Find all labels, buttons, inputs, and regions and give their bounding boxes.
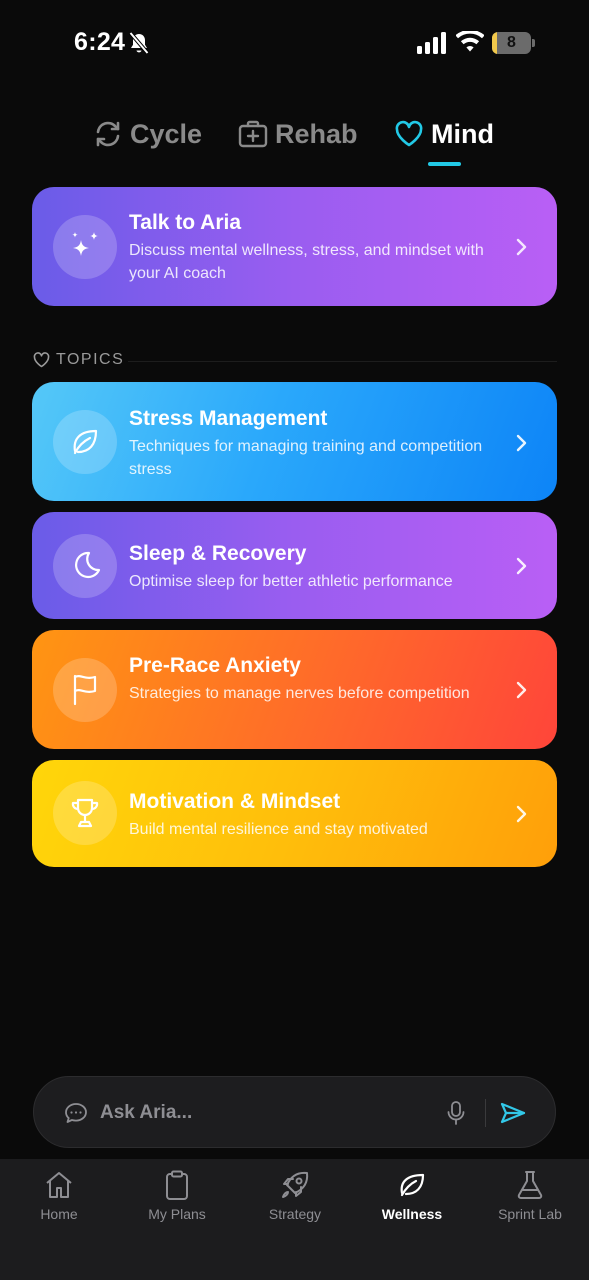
leaf-icon — [73, 429, 98, 455]
battery-level: 8 — [507, 34, 516, 51]
status-time: 6:24 — [74, 28, 126, 56]
chevron-right-icon — [516, 681, 527, 699]
home-icon — [46, 1172, 72, 1198]
topic-icon-badge — [53, 410, 117, 474]
chat-bubble-icon — [65, 1103, 87, 1123]
tab-mind-label: Mind — [431, 118, 494, 149]
battery-indicator: 8 — [492, 32, 536, 54]
nav-item-wellness[interactable]: Wellness — [353, 1169, 471, 1229]
status-bar: 6:24 8 — [0, 0, 589, 88]
topic-icon-badge — [53, 658, 117, 722]
ask-aria-input[interactable] — [100, 1095, 430, 1131]
nav-label: Home — [40, 1206, 78, 1222]
bottom-navigation: Home My Plans Strategy Wellness Sprint L… — [0, 1159, 589, 1280]
ask-bar-divider — [485, 1099, 486, 1127]
tab-cycle-label: Cycle — [130, 118, 203, 149]
flag-icon — [73, 674, 97, 706]
cellular-signal-icon — [417, 32, 446, 54]
nav-label: Wellness — [381, 1206, 443, 1222]
topics-section-header: TOPICS — [33, 351, 124, 369]
chevron-right-icon — [516, 805, 527, 823]
topic-description: Build mental resilience and stay motivat… — [129, 821, 428, 838]
sparkles-icon — [72, 232, 98, 256]
heart-outline-icon — [33, 352, 50, 368]
bell-muted-icon — [128, 31, 150, 55]
mode-tabs: Cycle Rehab Mind — [0, 110, 589, 170]
topic-description: Strategies to manage nerves before compe… — [129, 685, 470, 702]
ask-aria-bar — [33, 1076, 556, 1148]
topic-title: Stress Management — [129, 407, 328, 430]
nav-item-sprint-lab[interactable]: Sprint Lab — [471, 1169, 589, 1229]
topic-icon-badge — [53, 534, 117, 598]
aria-card-description: Discuss mental wellness, stress, and min… — [129, 242, 484, 282]
chevron-right-icon — [516, 238, 527, 256]
tab-rehab-label: Rehab — [275, 118, 358, 149]
topic-title: Sleep & Recovery — [129, 542, 307, 565]
chevron-right-icon — [516, 434, 527, 452]
leaf-icon — [400, 1173, 425, 1197]
moon-icon — [75, 551, 101, 579]
topic-card-sleep-recovery[interactable]: Sleep & Recovery Optimise sleep for bett… — [32, 512, 557, 619]
clipboard-icon — [166, 1170, 188, 1200]
tab-mind[interactable]: Mind — [393, 110, 494, 158]
topic-title: Pre-Race Anxiety — [129, 654, 301, 677]
heart-icon — [395, 120, 423, 147]
chevron-right-icon — [516, 557, 527, 575]
topics-divider — [128, 361, 557, 362]
tab-cycle[interactable]: Cycle — [92, 110, 202, 158]
nav-item-home[interactable]: Home — [0, 1169, 118, 1229]
topic-description: Techniques for managing training and com… — [129, 438, 483, 478]
aria-icon-badge — [53, 215, 117, 279]
aria-card-title: Talk to Aria — [129, 211, 242, 234]
refresh-cycle-icon — [96, 121, 120, 147]
nav-item-strategy[interactable]: Strategy — [236, 1169, 354, 1229]
wifi-icon — [456, 31, 484, 52]
topic-card-pre-race-anxiety[interactable]: Pre-Race Anxiety Strategies to manage ne… — [32, 630, 557, 749]
nav-label: Sprint Lab — [498, 1206, 562, 1222]
nav-item-my-plans[interactable]: My Plans — [118, 1169, 236, 1229]
send-icon[interactable] — [500, 1101, 526, 1125]
topic-title: Motivation & Mindset — [129, 790, 341, 813]
rocket-icon — [282, 1171, 309, 1198]
topic-card-stress-management[interactable]: Stress Management Techniques for managin… — [32, 382, 557, 501]
topic-description: Optimise sleep for better athletic perfo… — [129, 573, 453, 590]
trophy-icon — [71, 798, 99, 828]
microphone-icon[interactable] — [446, 1100, 466, 1126]
nav-label: My Plans — [148, 1206, 206, 1222]
topic-card-motivation-mindset[interactable]: Motivation & Mindset Build mental resili… — [32, 760, 557, 867]
medical-kit-icon — [238, 120, 268, 148]
active-tab-indicator — [428, 162, 461, 166]
topics-label: TOPICS — [56, 351, 125, 368]
flask-icon — [517, 1171, 543, 1199]
topic-icon-badge — [53, 781, 117, 845]
talk-to-aria-card[interactable]: Talk to Aria Discuss mental wellness, st… — [32, 187, 557, 306]
nav-label: Strategy — [268, 1206, 322, 1222]
tab-rehab[interactable]: Rehab — [237, 110, 358, 158]
